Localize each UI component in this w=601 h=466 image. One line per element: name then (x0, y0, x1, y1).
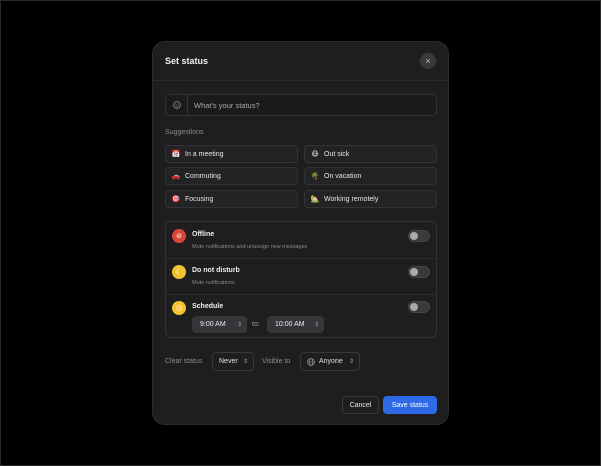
dnd-toggle[interactable] (408, 266, 430, 278)
option-title: Offline (192, 231, 215, 238)
suggestion-label: On vacation (324, 172, 362, 180)
status-search-field[interactable] (165, 94, 437, 116)
suggestion-in-a-meeting[interactable]: 📅 In a meeting (165, 145, 298, 163)
palm-tree-icon: 🌴 (310, 173, 320, 180)
save-status-button[interactable]: Save status (383, 396, 437, 414)
suggestion-label: Focusing (185, 195, 214, 203)
option-title: Do not disturb (192, 267, 240, 274)
chevron-updown-icon: ⇕ (242, 359, 248, 365)
toggle-knob (410, 232, 418, 240)
option-do-not-disturb[interactable]: ☾ Do not disturb Mute notifications (166, 259, 436, 294)
offline-toggle[interactable] (408, 230, 430, 242)
suggestion-label: In a meeting (185, 150, 224, 158)
suggestion-commuting[interactable]: 🚗 Commuting (165, 167, 298, 185)
suggestion-label: Out sick (324, 150, 350, 158)
house-icon: 🏡 (310, 196, 320, 203)
suggestion-out-sick[interactable]: 😷 Out sick (304, 145, 437, 163)
chevron-updown-icon: ⇕ (348, 359, 354, 365)
status-input[interactable] (188, 100, 428, 110)
chevron-updown-icon: ⇕ (236, 322, 242, 328)
car-icon: 🚗 (171, 173, 181, 180)
toggle-knob (410, 268, 418, 276)
option-offline[interactable]: ⊘ Offline Mute notifications and unassig… (166, 222, 436, 258)
suggestions-heading: Suggestions (165, 129, 204, 136)
globe-icon (307, 357, 315, 366)
from-time-value: 9:00 AM (200, 321, 226, 328)
suggestion-focusing[interactable]: 🎯 Focusing (165, 190, 298, 208)
schedule-toggle[interactable] (408, 301, 430, 313)
visible-to-select[interactable]: Anyone ⇕ (300, 352, 360, 371)
schedule-to-select[interactable]: 10:00 AM ⇕ (267, 316, 324, 333)
moon-icon: ☾ (172, 265, 186, 279)
offline-icon: ⊘ (172, 229, 186, 243)
visible-to-content: Anyone (307, 357, 343, 366)
suggestion-working-remotely[interactable]: 🏡 Working remotely (304, 190, 437, 208)
set-status-dialog: Set status × Suggestions 📅 In a meeting … (152, 41, 449, 425)
clock-icon: ◷ (172, 301, 186, 315)
status-options-card: ⊘ Offline Mute notifications and unassig… (165, 221, 437, 338)
suggestion-label: Working remotely (324, 195, 379, 203)
visible-to-label: Visible to (262, 358, 291, 365)
sick-face-icon: 😷 (311, 151, 319, 158)
suggestion-label: Commuting (185, 172, 221, 180)
clear-status-label: Clear status (165, 358, 203, 365)
calendar-icon: 📅 (171, 151, 181, 158)
option-subtitle: Mute notifications and unassign new mess… (192, 244, 308, 250)
target-icon: 🎯 (171, 196, 181, 203)
toggle-knob (410, 303, 418, 311)
dialog-header: Set status × (153, 42, 448, 81)
close-icon[interactable]: × (420, 53, 436, 69)
to-label: to: (252, 321, 260, 328)
option-subtitle: Mute notifications (192, 280, 235, 286)
schedule-from-select[interactable]: 9:00 AM ⇕ (192, 316, 247, 333)
clear-status-select[interactable]: Never ⇕ (212, 352, 254, 371)
dialog-title: Set status (165, 56, 209, 66)
chevron-updown-icon: ⇕ (313, 322, 319, 328)
visible-to-value: Anyone (319, 358, 343, 365)
clear-status-value: Never (219, 358, 238, 365)
option-schedule[interactable]: ◷ Schedule 9:00 AM ⇕ to: 10:00 AM ⇕ (166, 295, 436, 337)
option-title: Schedule (192, 303, 224, 310)
suggestion-on-vacation[interactable]: 🌴 On vacation (304, 167, 437, 185)
cancel-button[interactable]: Cancel (342, 396, 379, 414)
to-time-value: 10:00 AM (275, 321, 305, 328)
smiley-icon[interactable] (166, 95, 188, 115)
